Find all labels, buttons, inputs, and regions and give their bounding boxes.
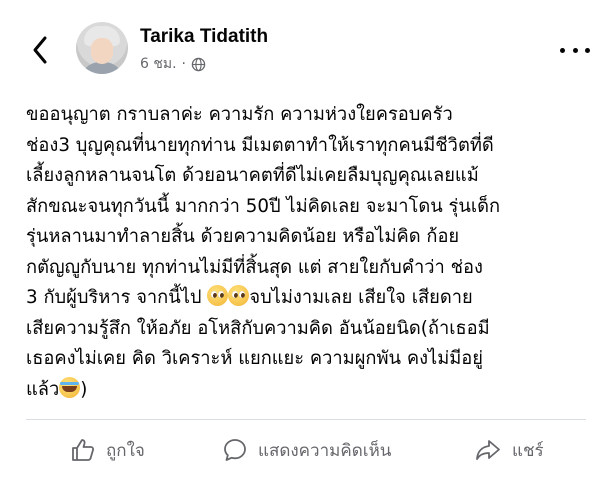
comment-label: แสดงความคิดเห็น — [258, 440, 392, 461]
actions-divider — [26, 419, 586, 420]
post-meta: 6 ชม. · — [140, 54, 206, 74]
share-label: แชร์ — [512, 440, 544, 461]
post-actions-bar: ถูกใจ แสดงความคิดเห็น แชร์ — [0, 428, 612, 472]
share-arrow-icon — [476, 440, 500, 460]
pleading-face-emoji — [207, 285, 229, 306]
post-header: Tarika Tidatith 6 ชม. · — [0, 0, 612, 96]
post-line: รุ่นหลานมาทำลายสิ้น ด้วยความคิดน้อย หรือ… — [26, 226, 460, 247]
post-line: ช่อง3 บุญคุณที่นายทุกท่าน มีเมตตาทำให้เร… — [26, 134, 494, 156]
comment-bubble-icon — [224, 439, 246, 461]
post-text-segment: ) — [80, 378, 88, 400]
post-line: เลี้ยงลูกหลานจนโต ด้วยอนาคตที่ดีไม่เคยลื… — [26, 165, 479, 186]
post-line: กตัญญูกับนาย ทุกท่านไม่มีที่สิ้นสุด แต่ … — [26, 256, 483, 278]
globe-icon[interactable] — [191, 57, 206, 72]
more-options-button[interactable] — [560, 42, 590, 58]
avatar[interactable] — [76, 22, 128, 74]
post-line-with-emoji: แล้ว) — [26, 375, 596, 406]
chevron-left-icon — [33, 36, 47, 64]
like-label: ถูกใจ — [106, 440, 145, 461]
crying-face-emoji — [59, 376, 81, 398]
pleading-face-emoji — [228, 285, 250, 306]
post-timestamp[interactable]: 6 ชม. — [140, 53, 177, 75]
post-line-with-emoji: 3 กับผู้บริหาร จากนี้ไป จบไม่งามเลย เสีย… — [26, 283, 596, 314]
post-text-segment: 3 กับผู้บริหาร จากนี้ไป — [26, 287, 202, 308]
meta-separator: · — [181, 56, 186, 72]
thumbs-up-icon — [72, 439, 95, 461]
post-text-segment: แล้ว — [26, 378, 60, 400]
post-line: เสียความรู้สึก ให้อภัย อโหสิกับความคิด อ… — [26, 317, 490, 339]
author-name[interactable]: Tarika Tidatith — [140, 26, 268, 48]
comment-button[interactable]: แสดงความคิดเห็น — [222, 428, 391, 472]
post-line: ขออนุญาต กราบลาค่ะ ความรัก ความห่วงใยครอ… — [26, 104, 453, 125]
post-text-segment: จบไม่งามเลย เสียใจ เสียดาย — [249, 287, 473, 308]
post-body: ขออนุญาต กราบลาค่ะ ความรัก ความห่วงใยครอ… — [26, 100, 596, 405]
back-button[interactable] — [22, 30, 58, 70]
post-line: เธอคงไม่เคย คิด วิเคราะห์ แยกแยะ ความผูก… — [26, 348, 483, 369]
post-line: สักขณะจนทุกวันนี้ มากกว่า 50ปี ไม่คิดเลย… — [26, 195, 501, 217]
like-button[interactable]: ถูกใจ — [70, 428, 145, 472]
more-dots-icon — [560, 47, 565, 53]
share-button[interactable]: แชร์ — [474, 428, 544, 472]
